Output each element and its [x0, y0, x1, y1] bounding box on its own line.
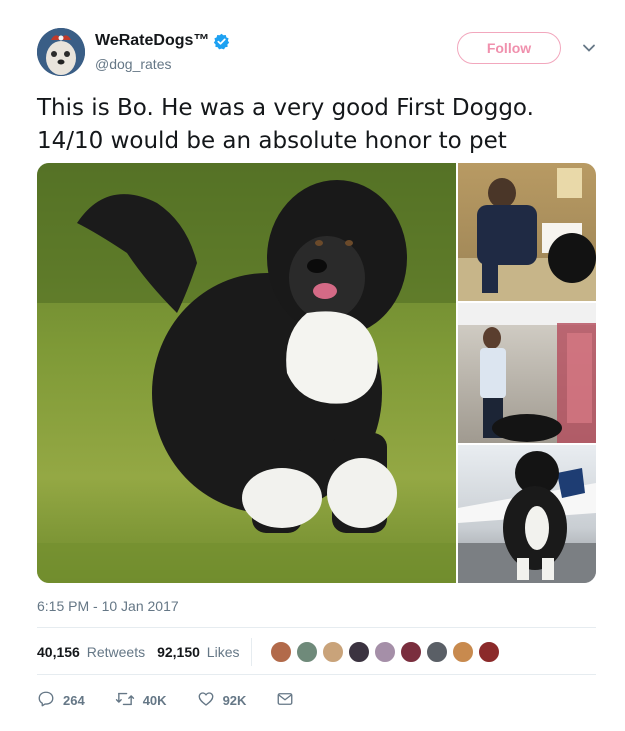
retweet-count: 40K: [142, 692, 167, 708]
media-photo-top-right[interactable]: [458, 163, 596, 301]
likes-count: 92,150: [157, 644, 200, 660]
media-grid: [37, 163, 596, 583]
chevron-down-icon[interactable]: [581, 40, 597, 56]
likes-stat[interactable]: 92,150 Likes: [157, 644, 239, 660]
liker-avatar[interactable]: [270, 641, 293, 663]
reply-count: 264: [63, 692, 85, 708]
liker-avatar[interactable]: [322, 641, 345, 663]
tweet-text-line-2: 14/10 would be an absolute honor to pet: [37, 128, 507, 154]
liker-avatar[interactable]: [348, 641, 371, 663]
liker-avatar[interactable]: [374, 641, 397, 663]
follow-button[interactable]: Follow: [457, 32, 561, 64]
like-count: 92K: [222, 692, 247, 708]
display-name-text[interactable]: WeRateDogs™: [95, 32, 209, 50]
account-handle[interactable]: @dog_rates: [95, 56, 230, 72]
liker-avatar[interactable]: [478, 641, 501, 663]
engagement-stats: 40,156 Retweets 92,150 Likes: [37, 637, 596, 667]
retweet-button[interactable]: 40K: [115, 690, 167, 711]
account-avatar[interactable]: [37, 28, 85, 76]
direct-message-button[interactable]: [276, 690, 294, 711]
retweets-label: Retweets: [86, 644, 146, 660]
liker-avatar[interactable]: [426, 641, 449, 663]
media-photo-middle-right[interactable]: [458, 303, 596, 443]
display-name[interactable]: WeRateDogs™: [95, 32, 230, 50]
retweet-icon: [115, 690, 135, 711]
like-button[interactable]: 92K: [197, 690, 247, 711]
divider-bottom: [37, 674, 596, 675]
media-photo-main[interactable]: [37, 163, 456, 583]
reply-button[interactable]: 264: [37, 690, 85, 711]
heart-icon: [197, 690, 215, 711]
account-names: WeRateDogs™ @dog_rates: [95, 32, 230, 72]
tweet-text: This is Bo. He was a very good First Dog…: [37, 92, 597, 158]
retweets-stat[interactable]: 40,156 Retweets: [37, 644, 145, 660]
tweet-timestamp[interactable]: 6:15 PM - 10 Jan 2017: [37, 598, 179, 614]
envelope-icon: [276, 690, 294, 711]
liker-avatar[interactable]: [400, 641, 423, 663]
reply-icon: [37, 690, 55, 711]
likes-label: Likes: [206, 644, 240, 660]
media-photo-bottom-right[interactable]: [458, 445, 596, 583]
liker-avatar[interactable]: [452, 641, 475, 663]
stats-separator: [251, 638, 253, 666]
verified-badge-icon: [213, 33, 230, 50]
liker-avatars: [270, 641, 504, 663]
divider-top: [37, 627, 596, 628]
liker-avatar[interactable]: [296, 641, 319, 663]
tweet-header: WeRateDogs™ @dog_rates Follow: [37, 28, 597, 78]
tweet-text-line-1: This is Bo. He was a very good First Dog…: [37, 95, 534, 121]
retweets-count: 40,156: [37, 644, 80, 660]
tweet-actions: 264 40K 92K: [37, 690, 596, 710]
